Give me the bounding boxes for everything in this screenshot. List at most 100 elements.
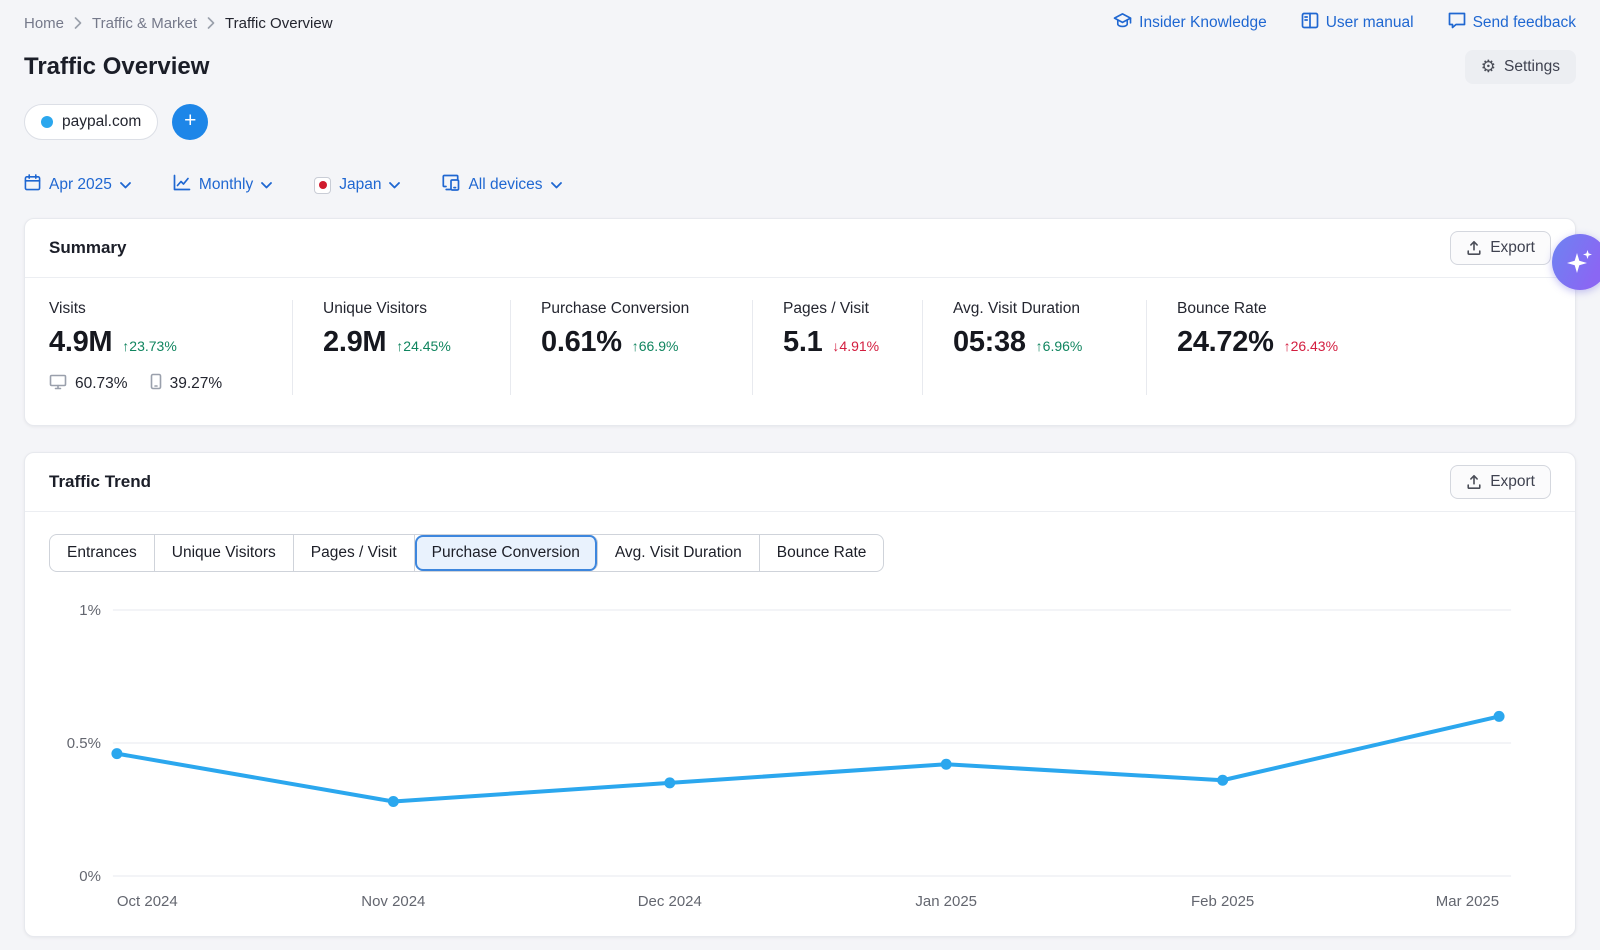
- speech-bubble-icon: [1448, 12, 1466, 34]
- sparkles-icon: [1565, 247, 1595, 277]
- insider-knowledge-label: Insider Knowledge: [1139, 14, 1267, 32]
- filters-row: Apr 2025 Monthly Japan All devices: [24, 174, 1576, 196]
- y-axis-tick-label: 1%: [79, 602, 101, 619]
- chart-area: 0% 0.5% 1% Oct 2024 Nov 2024 Dec 2024 Jan 2025…: [49, 588, 1551, 936]
- x-axis-tick-label: Dec 2024: [638, 893, 702, 910]
- x-axis-tick-label: Feb 2025: [1191, 893, 1254, 910]
- metric-unique-visitors: Unique Visitors 2.9M ↑24.45%: [293, 300, 511, 395]
- desktop-icon: [49, 374, 67, 395]
- line-chart-icon: [173, 174, 191, 196]
- metric-value: 24.72%: [1177, 326, 1274, 359]
- japan-flag-icon: [314, 177, 331, 194]
- traffic-trend-title: Traffic Trend: [49, 472, 151, 492]
- trend-line: [117, 716, 1499, 801]
- metric-visits: Visits 4.9M ↑23.73% 60.73% 39.27%: [49, 300, 293, 395]
- chevron-down-icon: [551, 182, 562, 189]
- settings-button[interactable]: ⚙ Settings: [1465, 50, 1576, 84]
- metric-value: 05:38: [953, 326, 1026, 359]
- region-filter-label: Japan: [339, 176, 381, 194]
- date-filter[interactable]: Apr 2025: [24, 174, 131, 196]
- chevron-right-icon: [207, 17, 215, 29]
- add-competitor-button[interactable]: +: [172, 104, 208, 140]
- export-icon: [1466, 474, 1482, 490]
- tab-avg-visit-duration[interactable]: Avg. Visit Duration: [598, 535, 760, 571]
- breadcrumb-traffic-market[interactable]: Traffic & Market: [92, 15, 197, 32]
- summary-export-button[interactable]: Export: [1450, 231, 1551, 265]
- breadcrumb-home[interactable]: Home: [24, 15, 64, 32]
- user-manual-label: User manual: [1326, 14, 1414, 32]
- summary-metrics: Visits 4.9M ↑23.73% 60.73% 39.27%: [25, 278, 1575, 425]
- domain-color-dot: [41, 116, 53, 128]
- help-links: Insider Knowledge User manual Send feedb…: [1113, 12, 1576, 34]
- traffic-trend-body: Entrances Unique Visitors Pages / Visit …: [25, 512, 1575, 936]
- desktop-share: 60.73%: [75, 375, 128, 393]
- ai-assistant-button[interactable]: [1552, 234, 1600, 290]
- domain-chip[interactable]: paypal.com: [24, 104, 158, 140]
- chevron-down-icon: [261, 182, 272, 189]
- insider-knowledge-link[interactable]: Insider Knowledge: [1113, 12, 1267, 34]
- date-filter-label: Apr 2025: [49, 176, 112, 194]
- topbar: Home Traffic & Market Traffic Overview I…: [24, 0, 1576, 34]
- metric-change: ↑6.96%: [1036, 338, 1083, 354]
- summary-card: Summary Export Visits 4.9M ↑23.73% 60.73…: [24, 218, 1576, 426]
- gear-icon: ⚙: [1481, 59, 1496, 76]
- tab-entrances[interactable]: Entrances: [50, 535, 155, 571]
- x-axis-tick-label: Oct 2024: [117, 893, 178, 910]
- book-icon: [1301, 12, 1319, 34]
- x-axis-tick-label: Nov 2024: [361, 893, 425, 910]
- graduation-cap-icon: [1113, 12, 1132, 34]
- page-title: Traffic Overview: [24, 53, 209, 81]
- metric-value: 5.1: [783, 326, 822, 359]
- chevron-down-icon: [389, 182, 400, 189]
- y-axis-tick-label: 0%: [79, 868, 101, 885]
- export-label: Export: [1490, 473, 1535, 491]
- metric-value: 4.9M: [49, 326, 112, 359]
- send-feedback-label: Send feedback: [1473, 14, 1576, 32]
- metric-purchase-conversion: Purchase Conversion 0.61% ↑66.9%: [511, 300, 753, 395]
- chevron-down-icon: [120, 182, 131, 189]
- metric-change: ↑26.43%: [1284, 338, 1338, 354]
- traffic-trend-header: Traffic Trend Export: [25, 453, 1575, 512]
- x-axis-tick-label: Jan 2025: [915, 893, 977, 910]
- tab-unique-visitors[interactable]: Unique Visitors: [155, 535, 294, 571]
- mobile-share: 39.27%: [170, 375, 223, 393]
- data-point[interactable]: [388, 796, 399, 807]
- metric-label: Bounce Rate: [1177, 300, 1523, 318]
- metric-pages-per-visit: Pages / Visit 5.1 ↓4.91%: [753, 300, 923, 395]
- metric-change: ↑23.73%: [122, 338, 176, 354]
- metric-bounce-rate: Bounce Rate 24.72% ↑26.43%: [1147, 300, 1551, 395]
- metric-value: 0.61%: [541, 326, 622, 359]
- metric-change: ↑66.9%: [632, 338, 679, 354]
- chevron-right-icon: [74, 17, 82, 29]
- tab-purchase-conversion[interactable]: Purchase Conversion: [415, 535, 598, 571]
- traffic-trend-card: Traffic Trend Export Entrances Unique Vi…: [24, 452, 1576, 937]
- export-label: Export: [1490, 239, 1535, 257]
- data-point[interactable]: [111, 748, 122, 759]
- tab-bounce-rate[interactable]: Bounce Rate: [760, 535, 884, 571]
- data-point[interactable]: [1217, 775, 1228, 786]
- metric-tabs: Entrances Unique Visitors Pages / Visit …: [49, 534, 884, 572]
- devices-filter[interactable]: All devices: [442, 174, 561, 196]
- send-feedback-link[interactable]: Send feedback: [1448, 12, 1576, 34]
- settings-label: Settings: [1504, 58, 1560, 76]
- summary-header: Summary Export: [25, 219, 1575, 278]
- domain-label: paypal.com: [62, 113, 141, 131]
- user-manual-link[interactable]: User manual: [1301, 12, 1414, 34]
- granularity-filter[interactable]: Monthly: [173, 174, 272, 196]
- tab-pages-per-visit[interactable]: Pages / Visit: [294, 535, 415, 571]
- data-point[interactable]: [1494, 711, 1505, 722]
- breadcrumb-current: Traffic Overview: [225, 15, 333, 32]
- metric-change: ↓4.91%: [832, 338, 879, 354]
- metric-label: Visits: [49, 300, 264, 318]
- trend-export-button[interactable]: Export: [1450, 465, 1551, 499]
- metric-avg-visit-duration: Avg. Visit Duration 05:38 ↑6.96%: [923, 300, 1147, 395]
- calendar-icon: [24, 174, 41, 196]
- metric-value: 2.9M: [323, 326, 386, 359]
- data-point[interactable]: [941, 759, 952, 770]
- data-point[interactable]: [664, 777, 675, 788]
- region-filter[interactable]: Japan: [314, 176, 400, 194]
- summary-title: Summary: [49, 238, 126, 258]
- y-axis-tick-label: 0.5%: [67, 735, 101, 752]
- devices-filter-label: All devices: [468, 176, 542, 194]
- traffic-overview-page: Home Traffic & Market Traffic Overview I…: [0, 0, 1600, 937]
